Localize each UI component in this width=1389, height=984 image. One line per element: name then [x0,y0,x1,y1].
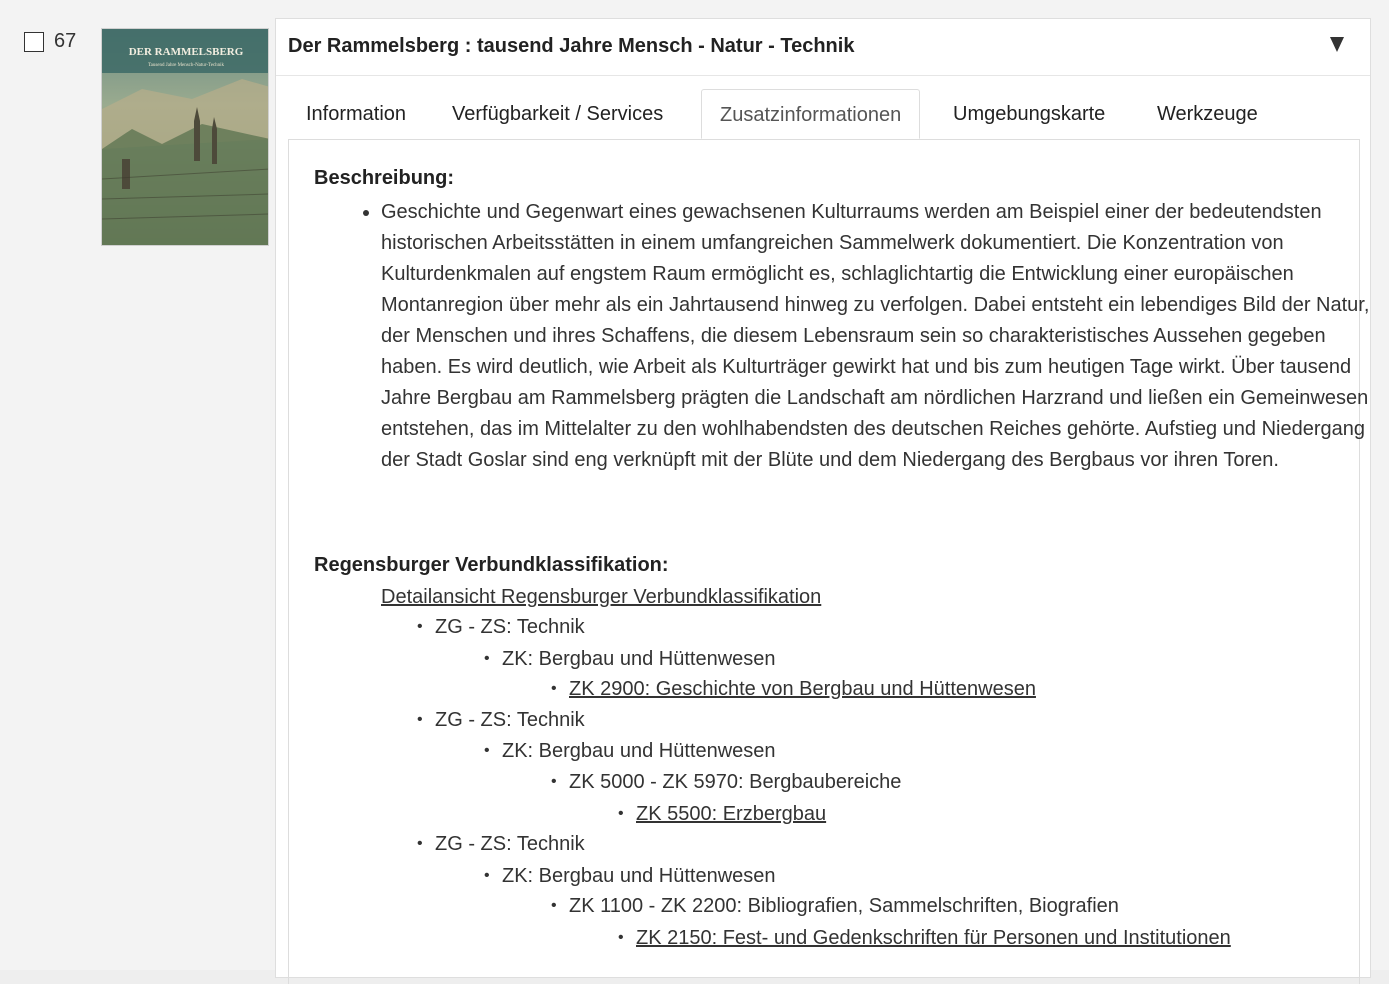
tab-verfuegbarkeit-services[interactable]: Verfügbarkeit / Services [434,89,681,139]
rvk-node: ZG - ZS: Technik [417,616,585,639]
cover-title-text: DER RAMMELSBERG [129,46,244,58]
cover-subtitle-text: Tausend Jahre Mensch-Natur-Technik [148,63,225,68]
rvk-node: ZG - ZS: Technik [417,833,585,856]
detail-tabs: Information Verfügbarkeit / Services Zus… [288,89,1360,140]
rvk-node-link: ZK 2900: Geschichte von Bergbau und Hütt… [551,678,1036,701]
tab-information[interactable]: Information [288,89,424,139]
beschreibung-heading: Beschreibung: [314,167,455,189]
collapse-toggle-icon[interactable] [1330,37,1344,52]
beschreibung-list: Geschichte und Gegenwart eines gewachsen… [349,197,1371,476]
result-card: Der Rammelsberg : tausend Jahre Mensch -… [275,18,1371,984]
zusatzinformationen-panel: Beschreibung: Geschichte und Gegenwart e… [288,139,1369,984]
rvk-node: ZK 1100 - ZK 2200: Bibliografien, Sammel… [551,895,1119,918]
result-title[interactable]: Der Rammelsberg : tausend Jahre Mensch -… [288,35,854,58]
tab-werkzeuge[interactable]: Werkzeuge [1139,89,1276,139]
rvk-node: ZK: Bergbau und Hüttenwesen [484,865,776,888]
tab-zusatzinformationen[interactable]: Zusatzinformationen [701,89,921,139]
result-number: 67 [54,30,77,52]
rvk-node-link: ZK 2150: Fest- und Gedenkschriften für P… [618,927,1231,950]
rvk-detail-link[interactable]: Detailansicht Regensburger Verbundklassi… [381,586,821,609]
rvk-link-zk-2900[interactable]: ZK 2900: Geschichte von Bergbau und Hütt… [569,678,1036,700]
rvk-node: ZK 5000 - ZK 5970: Bergbaubereiche [551,771,901,794]
result-selector: 67 [24,30,76,53]
rvk-node: ZG - ZS: Technik [417,709,585,732]
rvk-link-zk-5500[interactable]: ZK 5500: Erzbergbau [636,803,826,825]
select-result-checkbox[interactable] [24,31,44,52]
result-header: Der Rammelsberg : tausend Jahre Mensch -… [276,19,1370,76]
beschreibung-text: Geschichte und Gegenwart eines gewachsen… [381,197,1371,476]
rvk-node-link: ZK 5500: Erzbergbau [618,803,826,826]
rvk-node: ZK: Bergbau und Hüttenwesen [484,648,776,671]
book-cover-image[interactable]: DER RAMMELSBERG Tausend Jahre Mensch-Nat… [101,28,269,246]
tab-umgebungskarte[interactable]: Umgebungskarte [935,89,1123,139]
rvk-link-zk-2150[interactable]: ZK 2150: Fest- und Gedenkschriften für P… [636,927,1231,949]
rvk-node: ZK: Bergbau und Hüttenwesen [484,740,776,763]
rvk-heading: Regensburger Verbundklassifikation: [314,554,669,576]
